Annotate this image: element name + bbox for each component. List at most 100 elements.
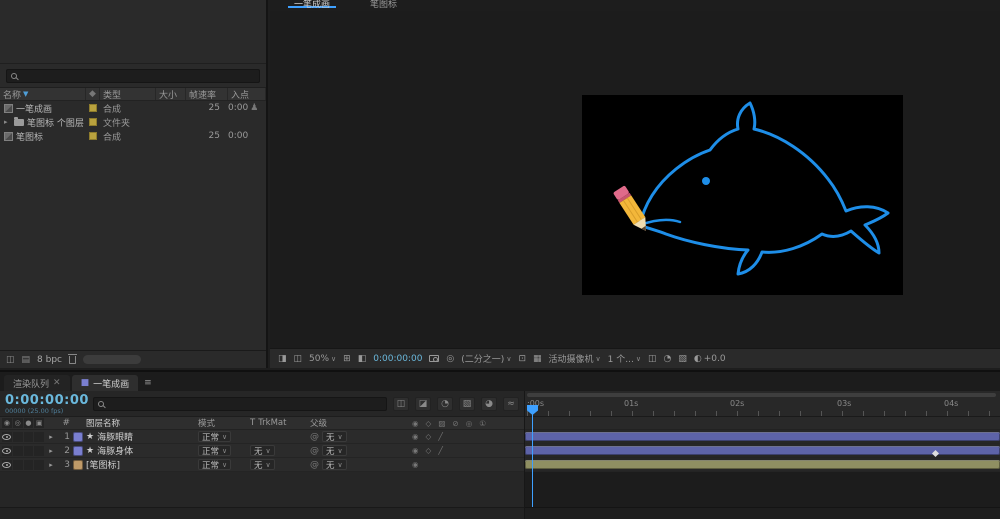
transparency-grid-button[interactable]: ▦: [533, 354, 542, 364]
new-folder-icon[interactable]: ▤: [22, 355, 31, 365]
composition-viewport[interactable]: [270, 11, 1000, 348]
label-color-chip[interactable]: [89, 104, 97, 112]
show-snapshot-button[interactable]: ◎: [446, 354, 454, 364]
tab-composition-active[interactable]: 一笔成画: [288, 0, 336, 8]
layer-name[interactable]: ★海豚身体: [86, 444, 196, 457]
label-color-chip[interactable]: [89, 118, 97, 126]
eye-toggle[interactable]: [2, 432, 12, 442]
quality-switch[interactable]: ◉: [412, 460, 419, 469]
quality-switch[interactable]: ◉: [412, 446, 419, 455]
layer-label-chip[interactable]: [73, 446, 83, 456]
project-item-row[interactable]: 笔图标 合成 25 0:00: [0, 129, 266, 143]
timeline-horizontal-scrollbar[interactable]: [525, 507, 1000, 519]
eye-toggle[interactable]: [2, 446, 12, 456]
lock-toggle[interactable]: [34, 460, 44, 470]
fast-previews-button[interactable]: ◔: [663, 354, 671, 364]
lock-toggle[interactable]: [34, 446, 44, 456]
grid-guides-button[interactable]: ⊞: [343, 354, 351, 364]
main-viewer-button[interactable]: ◫: [294, 354, 303, 364]
parent-select[interactable]: 无∨: [322, 431, 347, 442]
close-icon[interactable]: ✕: [53, 378, 61, 388]
parent-select[interactable]: 无∨: [322, 445, 347, 456]
audio-toggle[interactable]: [13, 432, 23, 442]
solo-toggle[interactable]: [24, 446, 34, 456]
pickwhip-icon[interactable]: @: [310, 460, 319, 470]
layer-name[interactable]: [笔图标]: [86, 458, 196, 471]
interpret-footage-icon[interactable]: ◫: [6, 355, 15, 365]
twirl-icon[interactable]: ▸: [44, 433, 58, 441]
hide-shy-button[interactable]: ◔: [437, 397, 453, 411]
layer-row[interactable]: ▸ 1 ★海豚眼睛 正常∨ @无∨ ◉ ◇ ╱: [0, 430, 524, 444]
draft-3d-button[interactable]: ◪: [415, 397, 431, 411]
layer-label-chip[interactable]: [73, 460, 83, 470]
column-trkmat[interactable]: TTrkMat: [248, 418, 306, 428]
work-area-bar[interactable]: [527, 393, 996, 397]
pixel-aspect-button[interactable]: ◫: [648, 354, 657, 364]
tab-composition-inactive[interactable]: 笔图标: [364, 0, 403, 8]
layer-row[interactable]: ▸ 2 ★海豚身体 正常∨ 无∨ @无∨ ◉ ◇ ╱: [0, 444, 524, 458]
region-of-interest-button[interactable]: ⊡: [518, 354, 526, 364]
audio-column-icon[interactable]: ◎: [13, 418, 23, 428]
solo-column-icon[interactable]: ●: [24, 418, 34, 428]
layer-duration-bar[interactable]: [525, 432, 1000, 441]
twirl-icon[interactable]: ▸: [4, 118, 11, 126]
mask-toggle-button[interactable]: ◧: [358, 354, 367, 364]
viewer-timecode[interactable]: 0:00:00:00: [373, 354, 422, 364]
pickwhip-icon[interactable]: @: [310, 446, 319, 456]
twirl-icon[interactable]: ▸: [44, 447, 58, 455]
pickwhip-icon[interactable]: @: [310, 432, 319, 442]
graph-editor-button[interactable]: ≈: [503, 397, 519, 411]
column-label[interactable]: ◆: [86, 88, 100, 100]
twirl-icon[interactable]: ▸: [44, 461, 58, 469]
blur-switch[interactable]: ╱: [438, 446, 443, 455]
solo-toggle[interactable]: [24, 460, 34, 470]
trash-icon[interactable]: [69, 356, 76, 364]
resolution-select[interactable]: (二分之一)∨: [461, 352, 511, 365]
snapshot-button[interactable]: [429, 355, 439, 362]
blur-switch[interactable]: ╱: [438, 432, 443, 441]
column-size[interactable]: 大小: [156, 88, 186, 100]
parent-select[interactable]: 无∨: [322, 459, 347, 470]
layer-duration-track[interactable]: [525, 430, 1000, 444]
timeline-search-input[interactable]: [93, 397, 387, 411]
project-search-input[interactable]: [6, 69, 260, 83]
effects-switch[interactable]: ◇: [426, 446, 432, 455]
layer-label-chip[interactable]: [73, 432, 83, 442]
layer-row[interactable]: ▸ 3 [笔图标] 正常∨ 无∨ @无∨ ◉: [0, 458, 524, 472]
panel-menu-button[interactable]: ≡: [140, 375, 156, 391]
column-name[interactable]: 名称▼: [0, 88, 86, 100]
lock-toggle[interactable]: [34, 432, 44, 442]
layer-duration-bar[interactable]: [525, 460, 1000, 469]
audio-toggle[interactable]: [13, 460, 23, 470]
project-item-row[interactable]: ▸笔图标 个图层 文件夹: [0, 115, 266, 129]
blend-mode-select[interactable]: 正常∨: [198, 459, 231, 470]
composition-canvas[interactable]: [582, 95, 903, 295]
solo-toggle[interactable]: [24, 432, 34, 442]
eye-column-icon[interactable]: ◉: [2, 418, 12, 428]
column-type[interactable]: 类型: [100, 88, 156, 100]
blend-mode-select[interactable]: 正常∨: [198, 431, 231, 442]
quality-switch[interactable]: ◉: [412, 432, 419, 441]
layer-duration-track[interactable]: [525, 444, 1000, 458]
frame-blending-button[interactable]: ▧: [459, 397, 475, 411]
tab-comp-timeline[interactable]: ■ 一笔成画: [72, 375, 139, 391]
column-layer-name[interactable]: 图层名称: [86, 417, 196, 429]
current-timecode[interactable]: 0:00:00:00: [5, 393, 87, 408]
keyframe-marker[interactable]: [932, 450, 939, 457]
view-layout-select[interactable]: 1 个...∨: [608, 352, 641, 365]
playhead[interactable]: [527, 405, 538, 507]
zoom-select[interactable]: 50%∨: [309, 354, 336, 364]
layer-duration-track[interactable]: [525, 458, 1000, 472]
tab-render-queue[interactable]: 渲染队列 ✕: [4, 375, 70, 391]
exposure-control[interactable]: ◐+0.0: [694, 354, 726, 364]
column-parent[interactable]: 父级: [306, 417, 406, 429]
layer-name[interactable]: ★海豚眼睛: [86, 430, 196, 443]
audio-toggle[interactable]: [13, 446, 23, 456]
motion-blur-button[interactable]: ◕: [481, 397, 497, 411]
trkmat-select[interactable]: 无∨: [250, 445, 275, 456]
effects-switch[interactable]: ◇: [426, 432, 432, 441]
eye-toggle[interactable]: [2, 460, 12, 470]
blend-mode-select[interactable]: 正常∨: [198, 445, 231, 456]
frame-blend-button[interactable]: ▧: [678, 354, 687, 364]
mini-flowchart-button[interactable]: ◫: [393, 397, 409, 411]
